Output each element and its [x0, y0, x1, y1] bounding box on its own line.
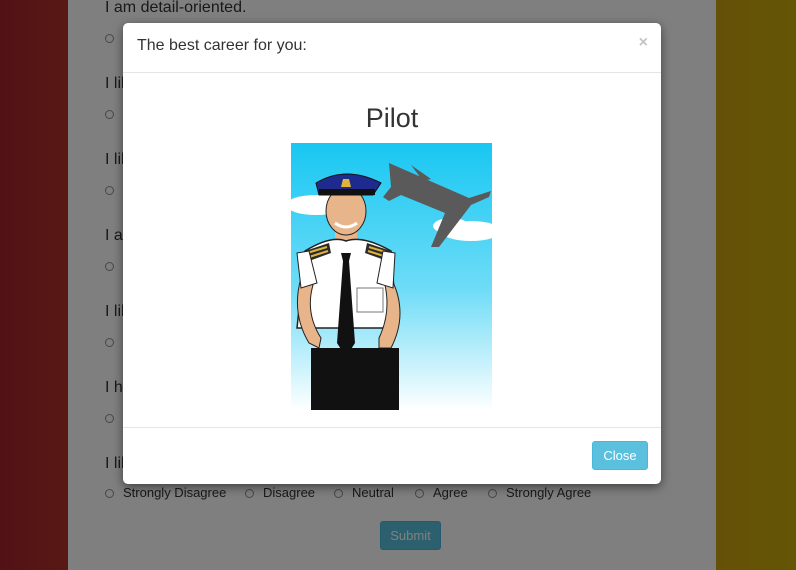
pilot-illustration-icon: [291, 143, 492, 410]
close-button[interactable]: Close: [592, 441, 648, 470]
modal-footer: [123, 427, 661, 484]
close-icon[interactable]: ×: [639, 34, 648, 52]
modal-header: The best career for you: ×: [123, 23, 661, 73]
career-modal: The best career for you: × Pilot Close: [123, 23, 661, 484]
career-title: Pilot: [365, 103, 419, 133]
modal-title: The best career for you:: [137, 37, 307, 54]
